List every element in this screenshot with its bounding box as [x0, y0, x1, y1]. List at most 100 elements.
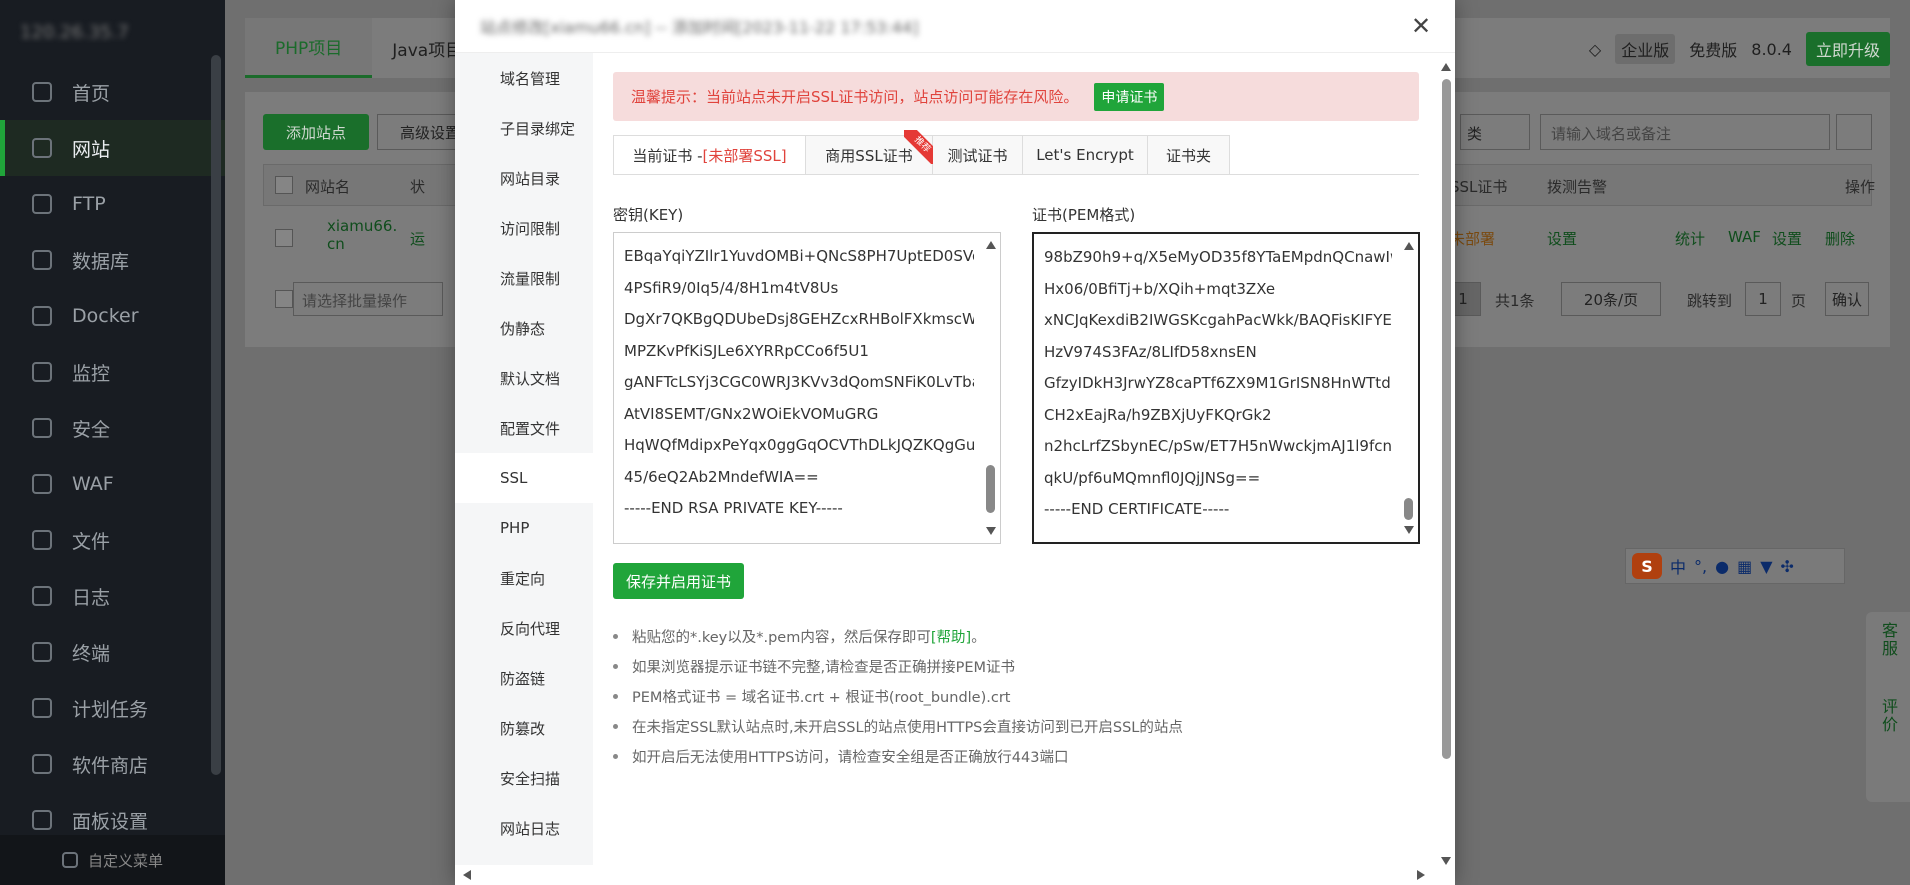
cert-textarea[interactable]: 98bZ90h9+q/X5eMyOD35f8YTaEMpdnQCnawIwi Hx…	[1032, 232, 1420, 544]
scroll-thumb[interactable]	[1442, 79, 1451, 759]
nav-item[interactable]: 域名管理	[455, 53, 593, 103]
scroll-down-icon[interactable]	[986, 527, 996, 535]
op-delete[interactable]: 删除	[1825, 228, 1855, 249]
apps-icon[interactable]: ✣	[1781, 557, 1794, 576]
tab-test-cert[interactable]: 测试证书	[933, 135, 1023, 175]
enterprise-tag[interactable]: 企业版	[1615, 34, 1676, 64]
ime-language[interactable]: 中	[1670, 554, 1686, 578]
nav-item[interactable]: 安全扫描	[455, 753, 593, 803]
batch-checkbox[interactable]	[275, 290, 293, 308]
site-search-input[interactable]: 请输入域名或备注	[1540, 114, 1830, 150]
sidebar-item-label: 日志	[72, 586, 111, 609]
sidebar-item[interactable]: 文件	[0, 512, 225, 568]
nav-item[interactable]: 防篡改	[455, 703, 593, 753]
close-icon[interactable]: ✕	[1407, 12, 1435, 40]
sidebar-item-label: 首页	[72, 82, 111, 105]
tab-php-project[interactable]: PHP项目	[245, 18, 373, 78]
nav-item[interactable]: 配置文件	[455, 403, 593, 453]
row-checkbox[interactable]	[275, 229, 293, 247]
select-all-checkbox[interactable]	[275, 176, 293, 194]
sidebar-item[interactable]: 数据库	[0, 232, 225, 288]
col-site-name[interactable]: 网站名	[305, 176, 350, 197]
scroll-up-icon[interactable]	[1441, 63, 1451, 71]
sidebar-item[interactable]: 软件商店	[0, 736, 225, 792]
cert-scrollbar[interactable]	[1402, 236, 1416, 540]
nav-item[interactable]: 子目录绑定	[455, 103, 593, 153]
punctuation-icon[interactable]: °,	[1694, 557, 1707, 576]
tab-commercial-label: 商用SSL证书	[825, 146, 913, 165]
modal-title: 站点修改[xiamu66.cn] -- 添加时间[2023-11-22 17:5…	[480, 18, 919, 37]
nav-item[interactable]: 防盗链	[455, 653, 593, 703]
tab-commercial-ssl[interactable]: 商用SSL证书 推荐	[806, 130, 938, 175]
nav-item[interactable]: 重定向	[455, 553, 593, 603]
scroll-down-icon[interactable]	[1404, 526, 1414, 534]
sidebar-item[interactable]: FTP	[0, 176, 225, 232]
sidebar-scrollbar[interactable]	[211, 55, 221, 775]
tab-letsencrypt[interactable]: Let's Encrypt	[1023, 135, 1148, 175]
save-enable-cert-button[interactable]: 保存并启用证书	[613, 563, 744, 599]
alert-settings-link[interactable]: 设置	[1547, 228, 1577, 249]
scroll-up-icon[interactable]	[1404, 242, 1414, 250]
rate-button[interactable]: 评价	[1876, 698, 1900, 734]
sidebar-item[interactable]: 监控	[0, 344, 225, 400]
jump-page-input[interactable]: 1	[1745, 282, 1781, 316]
service-sidebar: 客服 评价	[1866, 612, 1910, 802]
key-scrollbar[interactable]	[984, 235, 998, 541]
modal-vertical-scrollbar[interactable]	[1439, 53, 1453, 865]
op-settings[interactable]: 设置	[1772, 228, 1802, 249]
custom-menu[interactable]: 自定义菜单	[0, 835, 225, 885]
gear-icon[interactable]	[1836, 114, 1872, 150]
server-ip: 120.26.35.7	[20, 21, 129, 43]
nav-item[interactable]: SSL	[455, 453, 593, 503]
nav-item[interactable]: 网站日志	[455, 803, 593, 853]
tab-cert-folder[interactable]: 证书夹	[1148, 135, 1230, 175]
skin-icon[interactable]: ▼	[1760, 557, 1772, 576]
batch-operation-select[interactable]: 请选择批量操作	[293, 282, 443, 316]
type-filter[interactable]: 类	[1460, 114, 1530, 150]
free-edition: 免费版	[1689, 41, 1738, 60]
sidebar-item[interactable]: WAF	[0, 456, 225, 512]
sogou-logo-icon[interactable]: S	[1632, 553, 1662, 579]
ssl-status[interactable]: 未部署	[1450, 228, 1495, 249]
key-textarea[interactable]: EBqaYqiYZIlr1YuvdOMBi+QNcS8PH7UptED0SVo 4…	[613, 232, 1001, 544]
col-status: 状	[410, 178, 426, 196]
scroll-thumb[interactable]	[1404, 498, 1413, 520]
nav-item[interactable]: 默认文档	[455, 353, 593, 403]
nav-item[interactable]: 流量限制	[455, 253, 593, 303]
jump-confirm-button[interactable]: 确认	[1825, 282, 1869, 316]
sidebar-item[interactable]: Docker	[0, 288, 225, 344]
nav-item[interactable]: 网站目录	[455, 153, 593, 203]
sidebar-item[interactable]: 网站	[0, 120, 225, 176]
nav-item[interactable]: 伪静态	[455, 303, 593, 353]
sidebar-item[interactable]: 首页	[0, 64, 225, 120]
microphone-icon[interactable]: ●	[1715, 557, 1729, 576]
sidebar-item[interactable]: 安全	[0, 400, 225, 456]
scroll-right-icon[interactable]	[1417, 870, 1425, 880]
site-status[interactable]: 运	[410, 228, 425, 249]
tab-divider	[613, 174, 1419, 175]
tab-current-cert[interactable]: 当前证书 - [未部署SSL]	[613, 135, 806, 175]
scroll-thumb[interactable]	[986, 465, 995, 513]
scroll-down-icon[interactable]	[1441, 857, 1451, 865]
ime-toolbar: S 中 °, ● ▦ ▼ ✣	[1625, 548, 1845, 584]
total-count: 共1条	[1495, 292, 1535, 310]
modal-horizontal-scrollbar[interactable]	[455, 865, 1455, 885]
sidebar-item[interactable]: 终端	[0, 624, 225, 680]
scroll-up-icon[interactable]	[986, 241, 996, 249]
help-link[interactable]: [帮助]	[931, 626, 971, 647]
sidebar-item[interactable]: 计划任务	[0, 680, 225, 736]
nav-item[interactable]: 反向代理	[455, 603, 593, 653]
keyboard-icon[interactable]: ▦	[1737, 557, 1752, 576]
per-page-select[interactable]: 20条/页	[1561, 282, 1661, 316]
sidebar-item[interactable]: 日志	[0, 568, 225, 624]
customer-service-button[interactable]: 客服	[1876, 622, 1900, 658]
op-waf[interactable]: WAF	[1728, 228, 1761, 246]
nav-item[interactable]: 访问限制	[455, 203, 593, 253]
add-site-button[interactable]: 添加站点	[263, 114, 369, 150]
op-stats[interactable]: 统计	[1675, 228, 1705, 249]
upgrade-button[interactable]: 立即升级	[1805, 32, 1890, 66]
site-name-link[interactable]: xiamu66.cn	[327, 217, 402, 253]
apply-cert-button[interactable]: 申请证书	[1094, 82, 1165, 111]
scroll-left-icon[interactable]	[463, 870, 471, 880]
nav-item[interactable]: PHP	[455, 503, 593, 553]
